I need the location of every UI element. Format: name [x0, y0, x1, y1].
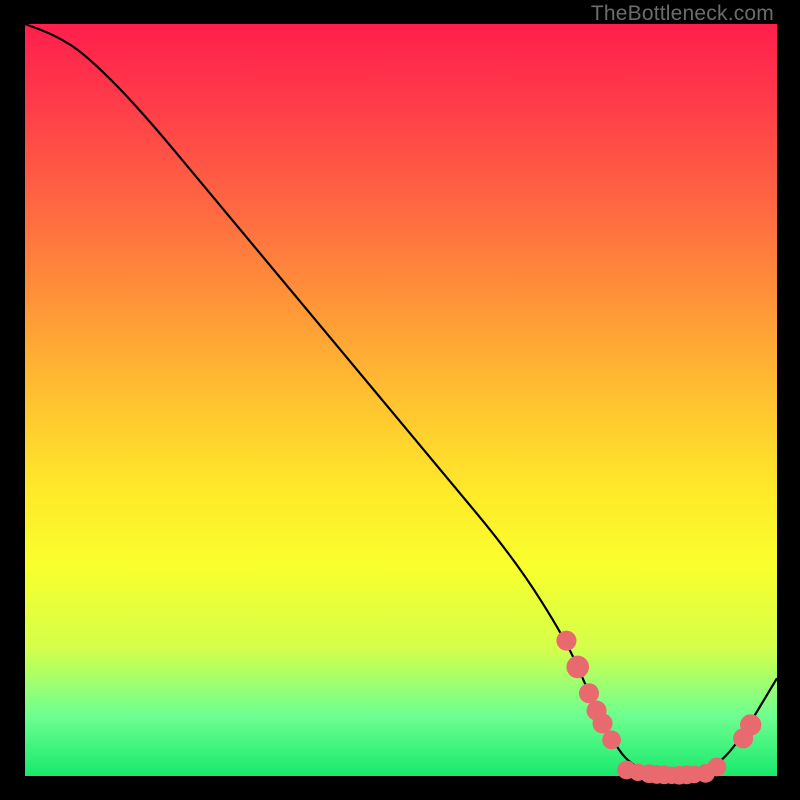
data-marker: [740, 714, 761, 735]
data-marker: [602, 731, 621, 750]
data-marker: [556, 631, 576, 651]
curve-line: [25, 24, 777, 775]
chart-svg: [25, 24, 777, 776]
data-marker: [579, 683, 599, 703]
marker-group: [556, 631, 761, 785]
data-marker: [593, 713, 613, 733]
data-marker: [566, 656, 589, 679]
watermark: TheBottleneck.com: [591, 2, 774, 26]
data-marker: [707, 758, 726, 777]
